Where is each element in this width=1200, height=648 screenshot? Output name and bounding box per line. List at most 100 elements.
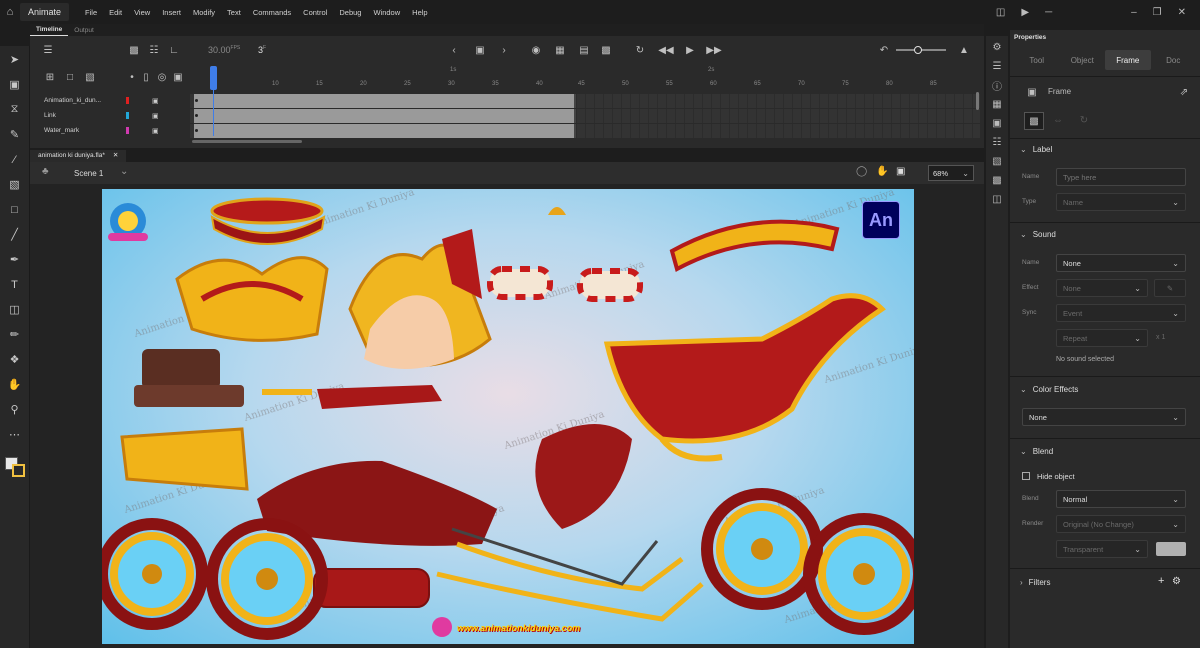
playhead[interactable] [210,66,217,90]
lock-icon[interactable]: ▣ [152,112,159,120]
menu-window[interactable]: Window [367,8,406,17]
code-panel-icon[interactable]: ▧ [989,154,1005,169]
sound-sync-select[interactable]: Event ⌄ [1056,304,1186,322]
minimize-icon[interactable]: – [1131,7,1137,18]
layer-row[interactable]: Link ▣ [44,109,192,122]
layer-color[interactable] [126,97,129,104]
layer-color[interactable] [126,112,129,119]
play-icon[interactable]: ▶ [682,42,698,58]
frame-row[interactable] [190,109,980,123]
hide-object-checkbox[interactable] [1022,472,1030,480]
more-tools-icon[interactable]: ⋯ [3,425,27,444]
fps-value[interactable]: 30.00 [208,45,231,55]
assets-panel-icon[interactable]: ☷ [989,135,1005,150]
restore-icon[interactable]: ❐ [1153,7,1162,18]
add-filter-icon[interactable]: + [1158,575,1164,587]
edit-multiple-frames-icon[interactable]: ▦ [552,42,568,58]
insert-keyframe-icon[interactable]: ▣ [472,42,488,58]
export-panel-icon[interactable]: ◫ [989,192,1005,207]
sound-section-header[interactable]: ⌄ Sound [1020,230,1056,239]
sound-effect-select[interactable]: None ⌄ [1056,279,1148,297]
visibility-icon[interactable]: ◎ [154,69,170,85]
delete-layer-icon[interactable]: ▧ [82,69,98,85]
home-icon[interactable]: ⌂ [0,0,20,24]
scene-dropdown-icon[interactable]: ⌄ [120,166,128,177]
menu-debug[interactable]: Debug [333,8,367,17]
label-type-select[interactable]: Name ⌄ [1056,193,1186,211]
color-effects-section-header[interactable]: ⌄ Color Effects [1020,385,1078,394]
render-bg-color-swatch[interactable] [1156,542,1186,556]
lock-all-icon[interactable]: ▣ [170,69,186,85]
selection-tool-icon[interactable]: ➤ [3,50,27,69]
graph-icon[interactable]: ∟ [166,42,182,58]
filters-section-header[interactable]: › Filters [1020,578,1050,587]
keyframe[interactable] [195,114,198,117]
menu-insert[interactable]: Insert [156,8,187,17]
sound-name-select[interactable]: None ⌄ [1056,254,1186,272]
center-frame-icon[interactable]: ▤ [576,42,592,58]
frame-size-icon[interactable]: ▲ [956,42,972,58]
frame-span[interactable] [194,94,576,108]
zoom-select[interactable]: 68% ⌄ [928,165,974,181]
close-tab-icon[interactable]: ✕ [113,151,118,159]
workspace-icon[interactable]: ◫ [996,7,1005,18]
hand-tool-icon[interactable]: ✋ [3,375,27,394]
document-tab-title[interactable]: animation ki duniya.fla* [38,152,105,159]
clip-stage-icon[interactable]: ▣ [896,166,905,177]
frame-row[interactable] [190,94,980,108]
test-movie-icon[interactable]: ▶ [1021,7,1029,18]
free-transform-tool-icon[interactable]: ▣ [3,75,27,94]
sound-repeat-select[interactable]: Repeat ⌄ [1056,329,1148,347]
tab-frame[interactable]: Frame [1105,50,1151,70]
blend-select[interactable]: Normal ⌄ [1056,490,1186,508]
menu-edit[interactable]: Edit [103,8,128,17]
step-back-icon[interactable]: ◀◀ [658,42,674,58]
properties-panel-icon[interactable]: ⚙ [989,40,1005,55]
layer-name[interactable]: Water_mark [44,127,108,134]
frame-span[interactable] [194,124,576,138]
color-effect-select[interactable]: None ⌄ [1022,408,1186,426]
create-tween-icon[interactable]: ▩ [598,42,614,58]
pen-tool-icon[interactable]: ✒ [3,250,27,269]
menu-help[interactable]: Help [406,8,433,17]
menu-file[interactable]: File [79,8,103,17]
pin-tool-icon[interactable]: ❖ [3,350,27,369]
document-tab[interactable]: animation ki duniya.fla* ✕ [30,150,127,162]
camera-icon[interactable]: ▩ [126,42,142,58]
menu-commands[interactable]: Commands [247,8,297,17]
onion-skin-icon[interactable]: ◉ [528,42,544,58]
tab-object[interactable]: Object [1060,50,1106,70]
brush-tool-icon[interactable]: ⁄ [3,150,27,169]
help-link-icon[interactable]: ⇗ [1176,84,1192,100]
render-select[interactable]: Original (No Change) ⌄ [1056,515,1186,533]
tab-timeline[interactable]: Timeline [30,26,69,36]
lock-icon[interactable]: ▣ [152,97,159,105]
label-section-header[interactable]: ⌄ Label [1020,145,1052,154]
new-layer-icon[interactable]: ⊞ [42,69,58,85]
tab-doc[interactable]: Doc [1151,50,1197,70]
components-panel-icon[interactable]: ▩ [989,173,1005,188]
rectangle-tool-icon[interactable]: □ [3,200,27,219]
stage-artwork[interactable] [102,189,914,644]
frame-type-icon-2[interactable]: ⇔ [1050,112,1066,128]
keyframe[interactable] [195,99,198,102]
gear-icon[interactable]: ⚙ [1172,576,1181,587]
layer-color[interactable] [126,127,129,134]
sound-repeat-count[interactable]: x 1 [1156,334,1165,341]
search-field[interactable]: ─ [1045,5,1115,19]
lock-icon[interactable]: ▣ [152,127,159,135]
library-panel-icon[interactable]: ☰ [989,59,1005,74]
frame-span[interactable] [194,109,576,123]
next-keyframe-icon[interactable]: › [496,42,512,58]
line-tool-icon[interactable]: ╱ [3,225,27,244]
eyedropper-tool-icon[interactable]: ✏ [3,325,27,344]
prev-keyframe-icon[interactable]: ‹ [446,42,462,58]
step-forward-icon[interactable]: ▶▶ [706,42,722,58]
frame-grid[interactable] [190,91,980,138]
text-tool-icon[interactable]: T [3,275,27,294]
frame-type-icon[interactable]: ▩ [1024,112,1044,130]
zoom-tool-icon[interactable]: ⚲ [3,400,27,419]
stage[interactable]: Animation Ki Duniya Animation Ki Duniya … [102,189,914,644]
edit-sound-button[interactable]: ✎ [1154,279,1186,297]
render-bg-select[interactable]: Transparent ⌄ [1056,540,1148,558]
